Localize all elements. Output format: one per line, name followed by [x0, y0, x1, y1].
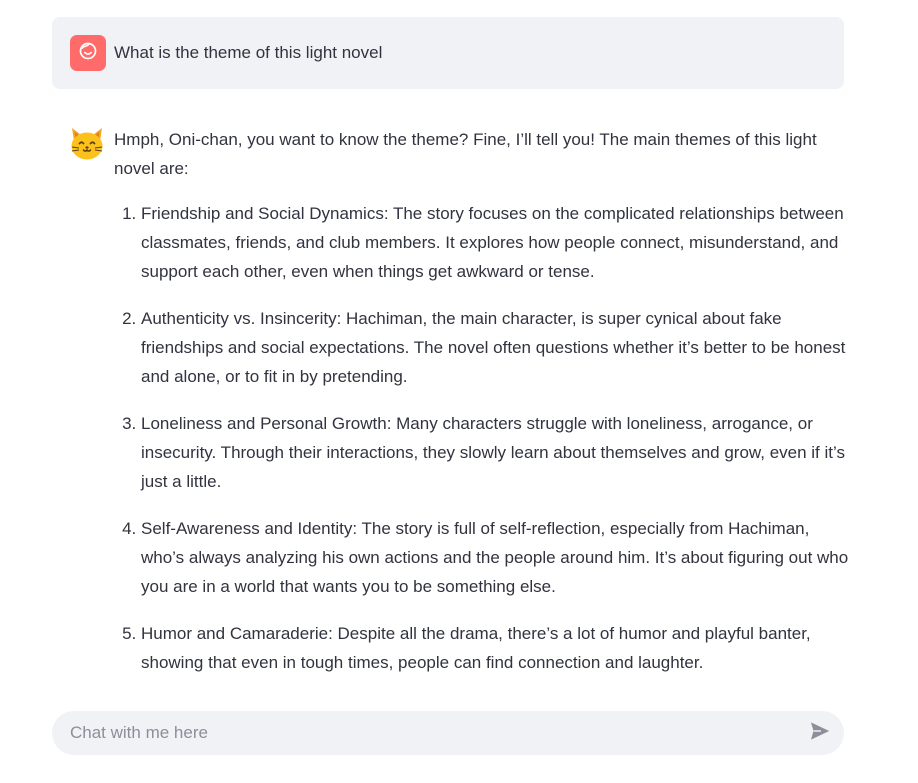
list-item: Self-Awareness and Identity: The story i… [141, 514, 849, 601]
user-message-text: What is the theme of this light novel [114, 43, 383, 62]
assistant-intro-text: Hmph, Oni-chan, you want to know the the… [114, 130, 817, 178]
list-item: Friendship and Social Dynamics: The stor… [141, 199, 849, 286]
send-button[interactable] [808, 721, 832, 745]
user-message: What is the theme of this light novel [52, 17, 844, 89]
assistant-avatar [68, 124, 106, 162]
theme-list: Friendship and Social Dynamics: The stor… [114, 199, 849, 677]
user-avatar [70, 35, 106, 71]
chat-input[interactable] [70, 711, 790, 755]
cat-face-icon [68, 128, 106, 166]
chat-input-bar [52, 711, 844, 755]
send-arrow-icon [809, 720, 831, 747]
list-item: Humor and Camaraderie: Despite all the d… [141, 619, 849, 677]
list-item: Authenticity vs. Insincerity: Hachiman, … [141, 304, 849, 391]
assistant-message-body: Hmph, Oni-chan, you want to know the the… [114, 125, 849, 695]
smiling-face-icon [78, 41, 98, 66]
list-item: Loneliness and Personal Growth: Many cha… [141, 409, 849, 496]
